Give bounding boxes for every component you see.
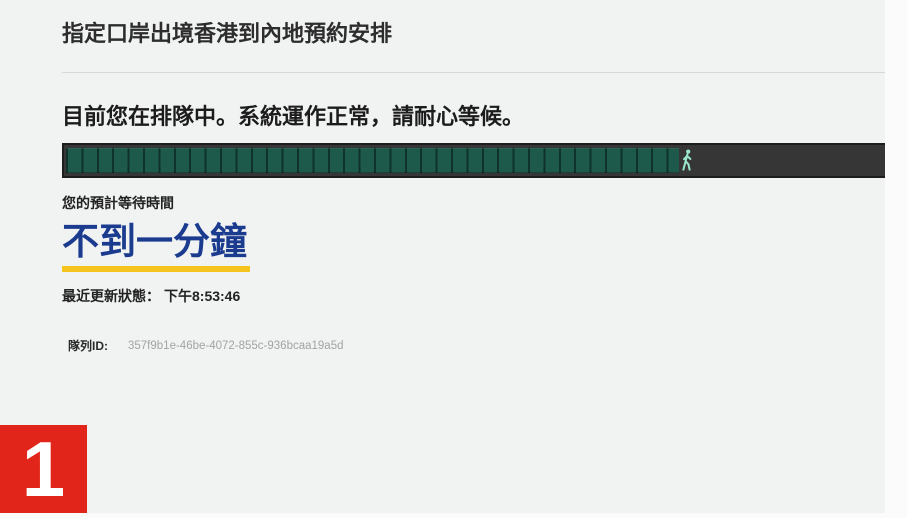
queue-page: 指定口岸出境香港到內地預約安排 目前您在排隊中。系統運作正常，請耐心等候。 您的… <box>0 0 885 513</box>
wait-time-underline <box>62 266 250 272</box>
title-divider <box>62 72 885 73</box>
wait-time-label: 您的預計等待時間 <box>62 195 174 211</box>
queue-id-label: 隊列ID: <box>68 339 108 353</box>
progress-fill <box>66 148 680 173</box>
annotation-number: 1 <box>21 425 66 513</box>
queue-progress-bar <box>62 143 885 178</box>
page-title: 指定口岸出境香港到內地預約安排 <box>62 21 393 46</box>
queue-status-message: 目前您在排隊中。系統運作正常，請耐心等候。 <box>62 104 525 129</box>
wait-time-value: 不到一分鐘 <box>62 221 247 262</box>
last-updated-value: 下午8:53:46 <box>164 288 241 304</box>
last-updated-label: 最近更新狀態： <box>62 288 160 304</box>
last-updated: 最近更新狀態： 下午8:53:46 <box>62 288 240 305</box>
annotation-badge: 1 <box>0 425 87 513</box>
queue-id-value: 357f9b1e-46be-4072-855c-936bcaa19a5d <box>128 340 344 352</box>
walking-person-icon <box>680 149 694 171</box>
